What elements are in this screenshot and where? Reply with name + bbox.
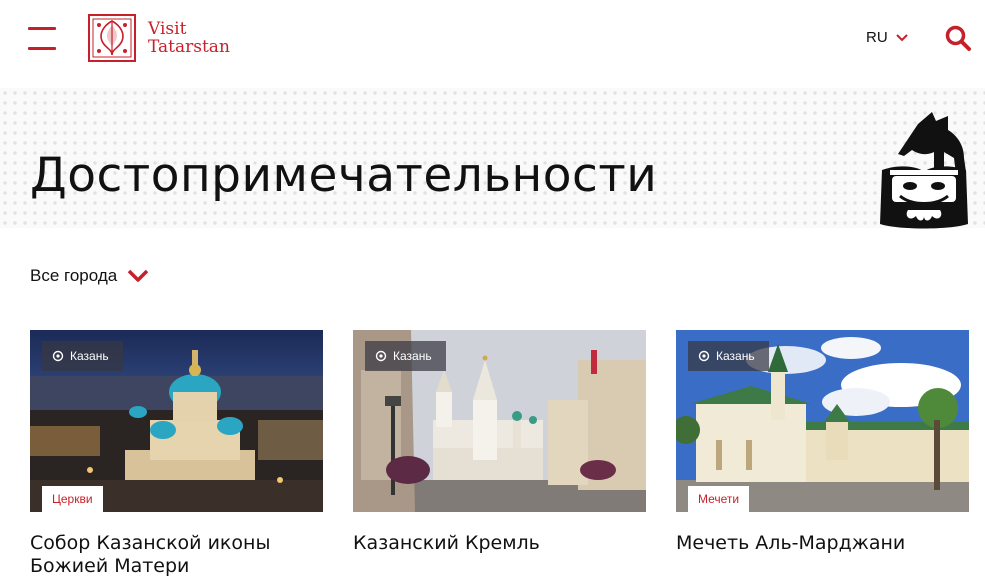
menu-bar-top: [28, 27, 56, 30]
hamburger-menu-icon[interactable]: [28, 27, 56, 51]
page-hero: Достопримечательности: [0, 88, 985, 228]
logo-line-1: Visit: [148, 19, 187, 39]
search-icon[interactable]: [944, 24, 972, 52]
card-title[interactable]: Мечеть Аль-Марджани: [676, 532, 969, 555]
location-badge: Казань: [365, 341, 446, 371]
card-title[interactable]: Казанский Кремль: [353, 532, 646, 555]
category-tag[interactable]: Церкви: [42, 486, 103, 512]
logo-wordmark: Visit Tatarstan: [148, 20, 230, 56]
logo-line-2: Tatarstan: [148, 37, 230, 57]
language-label: RU: [866, 29, 888, 46]
language-selector[interactable]: RU: [866, 29, 908, 46]
visit-tatarstan-logo[interactable]: Visit Tatarstan: [88, 14, 230, 62]
location-label: Казань: [393, 349, 432, 363]
logo-emblem-icon: [88, 14, 136, 62]
site-header: Visit Tatarstan RU: [0, 0, 985, 80]
location-pin-icon: [698, 350, 710, 362]
chevron-down-icon: [127, 269, 149, 282]
location-badge: Казань: [42, 341, 123, 371]
card-title[interactable]: Собор Казанской иконы Божией Матери: [30, 532, 323, 578]
city-filter-label: Все города: [30, 266, 118, 285]
location-label: Казань: [70, 349, 109, 363]
menu-bar-bottom: [28, 47, 56, 50]
card-image: Казань Церкви: [30, 330, 323, 512]
card-image: Казань: [353, 330, 646, 512]
location-pin-icon: [375, 350, 387, 362]
location-label: Казань: [716, 349, 755, 363]
page-title: Достопримечательности: [30, 148, 658, 203]
city-filter-dropdown[interactable]: Все города: [30, 266, 149, 286]
horse-mascot-icon: [880, 112, 968, 229]
category-tag[interactable]: Мечети: [688, 486, 750, 512]
location-badge: Казань: [688, 341, 769, 371]
card-image: Казань Мечети: [676, 330, 969, 512]
chevron-down-icon: [895, 33, 908, 41]
location-pin-icon: [52, 350, 64, 362]
